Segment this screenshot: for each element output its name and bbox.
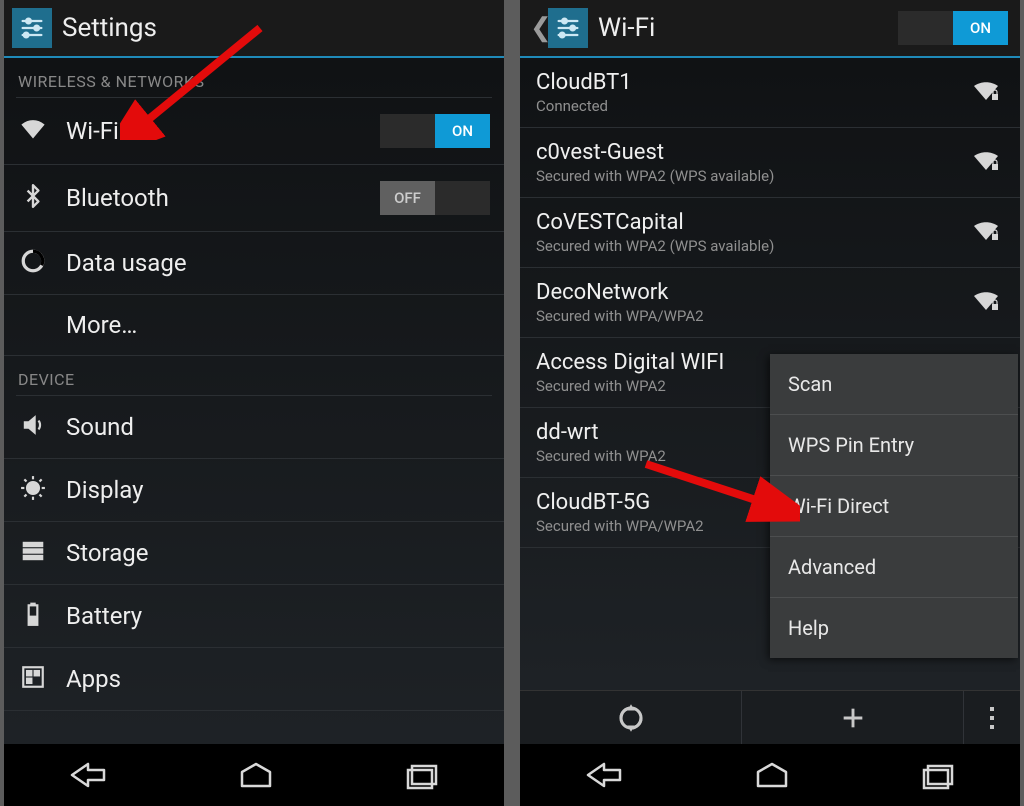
section-wireless: WIRELESS & NETWORKS: [4, 58, 504, 97]
wifi-toggle[interactable]: ON: [380, 114, 490, 148]
wifi-signal-icon: [972, 220, 1004, 246]
data-usage-icon: [18, 248, 48, 278]
toggle-off-label: OFF: [380, 181, 435, 215]
section-device: DEVICE: [4, 356, 504, 395]
row-data-usage[interactable]: Data usage: [4, 232, 504, 295]
nav-home[interactable]: [748, 760, 796, 790]
wifi-signal-icon: [972, 150, 1004, 176]
nav-back[interactable]: [580, 760, 628, 790]
navbar: [520, 744, 1020, 806]
wifi-network-status: Secured with WPA2 (WPS available): [536, 237, 958, 255]
wifi-network-name: CoVESTCapital: [536, 210, 958, 235]
wifi-network-status: Secured with WPA/WPA2: [536, 307, 958, 325]
wifi-network-status: Secured with WPA2 (WPS available): [536, 167, 958, 185]
wifi-label: Wi-Fi: [66, 117, 362, 145]
row-storage[interactable]: Storage: [4, 522, 504, 585]
settings-app-icon: [12, 8, 52, 48]
wifi-network-status: Connected: [536, 97, 958, 115]
wifi-network-row[interactable]: CoVESTCapital Secured with WPA2 (WPS avai…: [520, 198, 1020, 268]
phone-wifi: ❮ Wi-Fi ON CloudBT1 Connected c0vest-Guest…: [520, 0, 1020, 806]
bluetooth-label: Bluetooth: [66, 184, 362, 212]
storage-icon: [18, 538, 48, 568]
storage-label: Storage: [66, 539, 490, 567]
wifi-master-toggle[interactable]: ON: [898, 11, 1008, 45]
wifi-signal-icon: [972, 80, 1004, 106]
add-network-button[interactable]: [742, 691, 964, 744]
toggle-on-label: ON: [435, 114, 490, 148]
row-more[interactable]: More…: [4, 295, 504, 356]
menu-wifi-direct[interactable]: Wi-Fi Direct: [770, 476, 1018, 537]
sound-label: Sound: [66, 413, 490, 441]
wifi-signal-icon: [972, 290, 1004, 316]
apps-label: Apps: [66, 665, 490, 693]
header: ❮ Wi-Fi ON: [520, 0, 1020, 58]
nav-recent[interactable]: [916, 760, 960, 790]
wifi-network-row[interactable]: CloudBT1 Connected: [520, 58, 1020, 128]
wifi-network-name: CloudBT1: [536, 70, 958, 95]
header: Settings: [4, 0, 504, 58]
phone-settings: Settings WIRELESS & NETWORKS Wi-Fi ON Bl…: [4, 0, 504, 806]
wifi-network-name: DecoNetwork: [536, 280, 958, 305]
apps-icon: [18, 664, 48, 694]
menu-advanced[interactable]: Advanced: [770, 537, 1018, 598]
nav-recent[interactable]: [400, 760, 444, 790]
action-bar: [520, 690, 1020, 744]
wifi-network-row[interactable]: DecoNetwork Secured with WPA/WPA2: [520, 268, 1020, 338]
menu-wps-pin[interactable]: WPS Pin Entry: [770, 415, 1018, 476]
nav-back[interactable]: [64, 760, 112, 790]
menu-help[interactable]: Help: [770, 598, 1018, 658]
settings-app-icon: [548, 8, 588, 48]
page-title: Settings: [62, 13, 496, 43]
wps-button[interactable]: [520, 691, 742, 744]
wifi-content: CloudBT1 Connected c0vest-Guest Secured wit…: [520, 58, 1020, 690]
page-title: Wi-Fi: [598, 13, 888, 43]
bluetooth-toggle[interactable]: OFF: [380, 181, 490, 215]
menu-scan[interactable]: Scan: [770, 354, 1018, 415]
row-battery[interactable]: Battery: [4, 585, 504, 648]
bluetooth-icon: [18, 183, 48, 213]
more-label: More…: [66, 311, 490, 339]
battery-icon: [18, 601, 48, 631]
wifi-network-name: c0vest-Guest: [536, 140, 958, 165]
battery-label: Battery: [66, 602, 490, 630]
display-icon: [18, 475, 48, 505]
wifi-network-row[interactable]: c0vest-Guest Secured with WPA2 (WPS avail…: [520, 128, 1020, 198]
overflow-button[interactable]: [964, 691, 1020, 744]
settings-content: WIRELESS & NETWORKS Wi-Fi ON Bluetooth O…: [4, 58, 504, 744]
row-bluetooth[interactable]: Bluetooth OFF: [4, 165, 504, 232]
row-display[interactable]: Display: [4, 459, 504, 522]
toggle-on-label: ON: [953, 11, 1008, 45]
wifi-icon: [18, 116, 48, 146]
row-wifi[interactable]: Wi-Fi ON: [4, 98, 504, 165]
display-label: Display: [66, 476, 490, 504]
row-sound[interactable]: Sound: [4, 396, 504, 459]
data-usage-label: Data usage: [66, 249, 490, 277]
back-icon[interactable]: ❮: [530, 15, 542, 41]
overflow-menu: Scan WPS Pin Entry Wi-Fi Direct Advanced…: [770, 354, 1018, 658]
navbar: [4, 744, 504, 806]
sound-icon: [18, 412, 48, 442]
nav-home[interactable]: [232, 760, 280, 790]
row-apps[interactable]: Apps: [4, 648, 504, 711]
